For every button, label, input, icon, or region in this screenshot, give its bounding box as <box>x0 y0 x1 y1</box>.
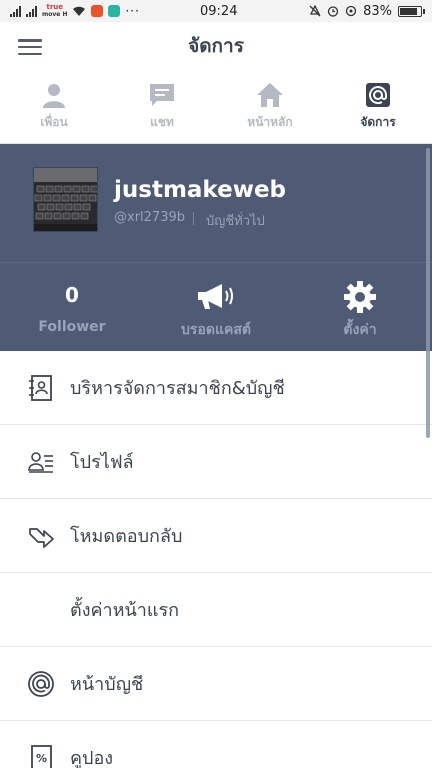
at-icon <box>366 83 390 107</box>
alarm-icon <box>327 6 339 17</box>
signal-icon <box>10 5 21 17</box>
page-title: จัดการ <box>188 35 244 57</box>
carrier-label: true move H <box>42 3 68 19</box>
status-left: true move H ··· <box>10 4 140 18</box>
menu-label: โหมดตอบกลับ <box>70 526 183 547</box>
tab-manage[interactable]: จัดการ <box>324 70 432 143</box>
app-bar: จัดการ <box>0 22 432 70</box>
management-menu: บริหารจัดการสมาชิก&บัญชี โปรไฟล์ โหมดตอบ… <box>0 351 432 768</box>
menu-item-member-account-management[interactable]: บริหารจัดการสมาชิก&บัญชี <box>0 351 432 425</box>
mute-icon <box>309 5 321 17</box>
wifi-icon <box>73 6 86 16</box>
status-right: 83% <box>309 3 425 19</box>
stats-row: 0 Follower บรอดแคสต์ ตั้งค่า <box>0 262 432 351</box>
megaphone-icon <box>196 281 236 313</box>
reply-arrow-icon <box>29 527 54 548</box>
account-id: @xrl2739b <box>114 210 185 225</box>
menu-item-reply-mode[interactable]: โหมดตอบกลับ <box>0 499 432 573</box>
menu-label: หน้าบัญชี <box>70 674 144 695</box>
tab-chat[interactable]: แชท <box>108 70 216 143</box>
chat-icon <box>150 84 174 106</box>
menu-label: คูปอง <box>70 748 114 768</box>
home-icon <box>257 83 283 107</box>
status-bar: true move H ··· 09:24 83% <box>0 0 432 22</box>
contact-book-icon <box>29 374 52 401</box>
divider <box>193 212 194 225</box>
battery-icon <box>398 5 425 17</box>
gear-icon <box>343 281 377 313</box>
menu-item-account-page[interactable]: หน้าบัญชี <box>0 647 432 721</box>
menu-label: โปรไฟล์ <box>70 452 134 473</box>
more-notifications-icon: ··· <box>125 4 140 18</box>
keyboard-photo <box>34 168 97 231</box>
status-time: 09:24 <box>200 3 238 19</box>
account-name: justmakeweb <box>114 177 287 203</box>
app-notification-icon <box>91 5 104 17</box>
scrollbar[interactable] <box>426 148 430 438</box>
tab-label: แชท <box>150 115 174 129</box>
app-notification-icon <box>108 5 121 17</box>
menu-item-home-settings[interactable]: ตั้งค่าหน้าแรก <box>0 573 432 647</box>
settings-label: ตั้งค่า <box>343 322 377 338</box>
battery-percent: 83% <box>363 3 392 19</box>
at-circle-icon <box>28 670 54 697</box>
follower-stat[interactable]: 0 Follower <box>0 263 144 351</box>
menu-label: ตั้งค่าหน้าแรก <box>70 600 180 621</box>
avatar[interactable] <box>33 167 98 232</box>
profile-card-icon <box>28 451 53 473</box>
tab-label: เพื่อน <box>40 115 68 129</box>
account-type: บัญชีทั่วไป <box>206 214 265 229</box>
follower-count: 0 <box>65 283 79 307</box>
follower-label: Follower <box>38 319 106 335</box>
menu-item-profile[interactable]: โปรไฟล์ <box>0 425 432 499</box>
tab-friends[interactable]: เพื่อน <box>0 70 108 143</box>
tab-label: จัดการ <box>360 115 396 129</box>
tab-label: หน้าหลัก <box>247 115 293 129</box>
tab-bar: เพื่อน แชท หน้าหลัก จัดการ <box>0 70 432 144</box>
broadcast-label: บรอดแคสต์ <box>181 322 251 338</box>
settings-button[interactable]: ตั้งค่า <box>288 263 432 351</box>
svg-text:%: % <box>36 752 47 765</box>
tab-home[interactable]: หน้าหลัก <box>216 70 324 143</box>
person-icon <box>43 84 65 108</box>
coupon-icon: % <box>31 744 52 768</box>
menu-item-coupon[interactable]: % คูปอง <box>0 721 432 768</box>
rotation-icon <box>345 5 357 17</box>
menu-label: บริหารจัดการสมาชิก&บัญชี <box>70 378 285 399</box>
menu-icon[interactable] <box>18 39 42 55</box>
account-header: justmakeweb @xrl2739b บัญชีทั่วไป <box>0 144 432 262</box>
broadcast-button[interactable]: บรอดแคสต์ <box>144 263 288 351</box>
signal-icon-2 <box>26 5 37 17</box>
